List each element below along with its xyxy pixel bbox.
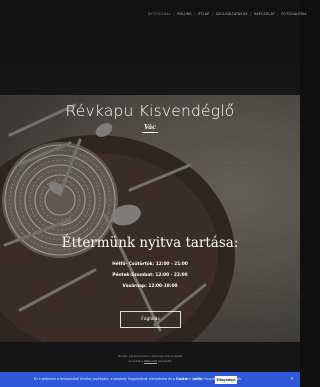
hero-section: Révkapu Kisvendéglő Vác Éttermünk nyitva…	[0, 95, 300, 342]
footer-credit-prefix: Az oldalt a	[128, 358, 144, 363]
cookie-accept-button[interactable]: Elfogadom	[215, 375, 237, 384]
cookie-message: Ez a weboldal a felhasználói élmény javí…	[34, 377, 242, 382]
cookie-consent-bar: Ez a weboldal a felhasználói élmény javí…	[0, 372, 300, 387]
site-footer: Minden jog fenntartva. | Révkapu Kisvend…	[0, 342, 300, 372]
cookie-highlight: Cookie	[175, 377, 188, 382]
opening-hours-line: Hétfő- Csütörtök: 12:00 - 21:00	[112, 262, 188, 267]
close-icon[interactable]: ✕	[290, 377, 294, 382]
footer-credit: Az oldalt a Webnode készítette	[0, 359, 300, 364]
cookie-highlight: sütik	[193, 377, 203, 382]
site-brand-title[interactable]: Révkapu Kisvendéglő	[0, 102, 300, 120]
opening-hours-line: Vasárnap: 12:00-18:00	[122, 284, 178, 289]
nav-item-services[interactable]: Szolgáltatások	[214, 12, 250, 16]
nav-item-gallery[interactable]: Fotógaléria	[279, 12, 308, 16]
webnode-link[interactable]: Webnode	[144, 359, 157, 363]
cookie-text-prefix: Ez a weboldal a felhasználói élmény javí…	[34, 377, 175, 382]
nav-item-contact[interactable]: Kapcsolat	[252, 12, 277, 16]
opening-hours-line: Péntek-Szombat: 12:00 - 22:00	[112, 273, 188, 278]
nav-item-home[interactable]: Nyitóoldal	[146, 12, 173, 16]
city-label: Vác	[142, 124, 158, 133]
nav-item-menu[interactable]: Étlap	[196, 12, 211, 16]
nav-item-about[interactable]: Rólunk	[175, 12, 194, 16]
main-menu: Nyitóoldal / Rólunk / Étlap / Szolgáltat…	[146, 12, 306, 16]
opening-hours-heading: Éttermünk nyitva tartása:	[61, 235, 239, 251]
reservation-button[interactable]: Foglalás	[120, 311, 181, 328]
cookie-text-mid: -k	[187, 377, 191, 382]
site-city-subtitle: Vác	[0, 124, 300, 133]
footer-credit-suffix: készítette	[157, 358, 172, 363]
top-navigation-bar: Nyitóoldal / Rólunk / Étlap / Szolgáltat…	[0, 0, 306, 95]
